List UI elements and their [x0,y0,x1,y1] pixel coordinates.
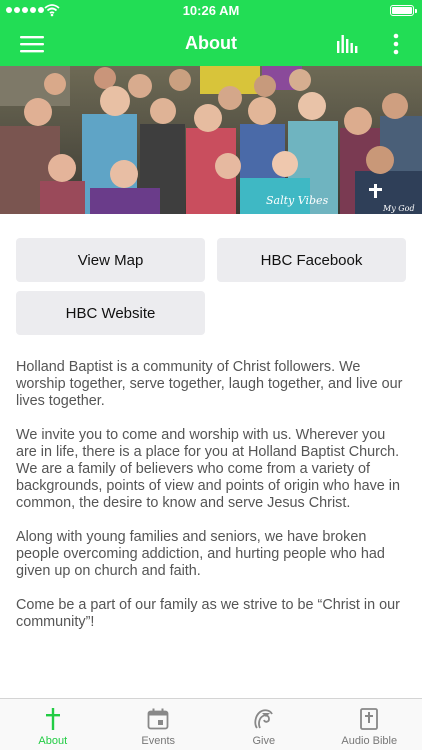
more-vertical-icon [393,33,399,55]
status-bar: 10:26 AM [0,0,422,22]
tab-label-events: Events [141,735,176,747]
audio-levels-icon [337,35,358,53]
tab-give[interactable]: Give [211,699,317,750]
more-options-button[interactable] [384,22,408,66]
tab-events[interactable]: Events [106,699,212,750]
hero-shirt-text-2: My God [382,204,415,213]
tab-label-audio-bible: Audio Bible [341,735,398,747]
bible-icon [360,708,379,730]
about-paragraph-4: Come be a part of our family as we striv… [16,597,400,630]
hero-group-photo: Salty Vibes My God [0,66,422,214]
facebook-button[interactable]: HBC Facebook [217,238,406,282]
view-map-button[interactable]: View Map [16,238,205,282]
calendar-icon [147,708,169,730]
tab-label-about: About [38,735,68,747]
tab-audio-bible[interactable]: Audio Bible [317,699,422,750]
about-paragraph-3: Along with young families and seniors, w… [16,529,385,579]
tab-about[interactable]: About [0,699,106,750]
audio-levels-button[interactable] [330,22,366,66]
status-time: 10:26 AM [182,3,240,18]
hero-shirt-text-1: Salty Vibes [266,194,329,207]
nav-bar: About [0,22,422,66]
about-paragraph-2: We invite you to come and worship with u… [16,427,400,511]
about-content: Holland Baptist is a community of Christ… [16,359,408,648]
battery-icon [390,5,417,16]
give-icon [254,709,273,729]
about-paragraph-1: Holland Baptist is a community of Christ… [16,359,403,409]
tab-bar: About Events Give Audio Bible [0,698,422,750]
tab-label-give: Give [252,735,276,747]
cross-icon [45,708,60,730]
website-button[interactable]: HBC Website [16,291,205,335]
